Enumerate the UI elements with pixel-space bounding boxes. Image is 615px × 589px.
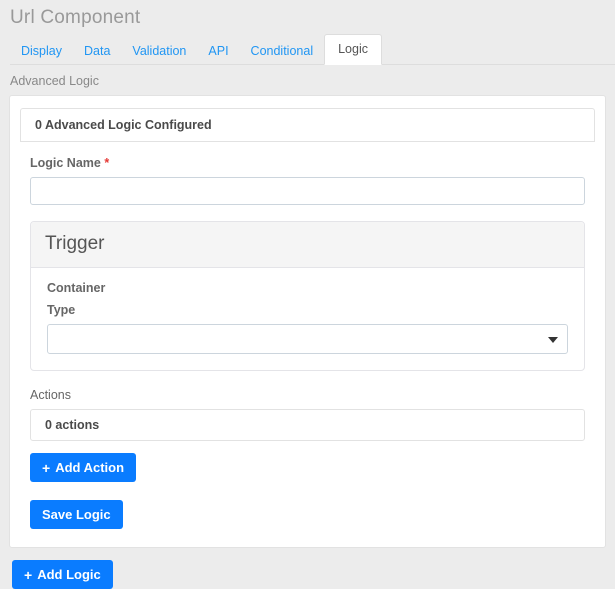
trigger-body: Container Type bbox=[31, 268, 584, 370]
type-label: Type bbox=[47, 303, 76, 317]
plus-icon: + bbox=[24, 566, 33, 583]
tab-validation[interactable]: Validation bbox=[121, 37, 197, 65]
add-action-button[interactable]: + Add Action bbox=[30, 453, 137, 482]
save-logic-button-label: Save Logic bbox=[42, 507, 111, 522]
configured-summary: 0 Advanced Logic Configured bbox=[20, 108, 595, 142]
logic-name-label: Logic Name * bbox=[30, 156, 585, 171]
trigger-type-select-wrap bbox=[47, 324, 568, 354]
save-logic-row: Save Logic bbox=[30, 482, 585, 531]
tab-logic[interactable]: Logic bbox=[324, 34, 382, 65]
tab-data[interactable]: Data bbox=[73, 37, 121, 65]
tab-api[interactable]: API bbox=[197, 37, 239, 65]
add-action-button-label: Add Action bbox=[55, 460, 125, 475]
actions-label: Actions bbox=[30, 388, 71, 402]
logic-name-label-text: Logic Name bbox=[30, 156, 101, 170]
container-label: Container bbox=[47, 281, 106, 295]
add-logic-button[interactable]: + Add Logic bbox=[12, 560, 113, 589]
page-title: Url Component bbox=[10, 7, 141, 28]
actions-summary: 0 actions bbox=[30, 409, 585, 441]
advanced-logic-panel: 0 Advanced Logic Configured Logic Name *… bbox=[9, 95, 606, 548]
logic-name-input[interactable] bbox=[30, 177, 585, 205]
trigger-panel: Trigger Container Type bbox=[30, 221, 585, 371]
logic-editor: Logic Name * Trigger Container Type Acti… bbox=[20, 142, 595, 533]
trigger-type-select[interactable] bbox=[47, 324, 568, 354]
add-logic-button-label: Add Logic bbox=[37, 567, 101, 582]
tab-bar: Display Data Validation API Conditional … bbox=[10, 34, 615, 65]
trigger-heading: Trigger bbox=[31, 222, 584, 268]
tab-conditional[interactable]: Conditional bbox=[240, 37, 325, 65]
advanced-logic-label: Advanced Logic bbox=[10, 74, 99, 88]
save-logic-button[interactable]: Save Logic bbox=[30, 500, 123, 529]
required-asterisk-icon: * bbox=[104, 156, 110, 170]
plus-icon: + bbox=[42, 459, 51, 476]
tab-display[interactable]: Display bbox=[10, 37, 73, 65]
actions-section: Actions 0 actions + Add Action bbox=[30, 387, 585, 482]
